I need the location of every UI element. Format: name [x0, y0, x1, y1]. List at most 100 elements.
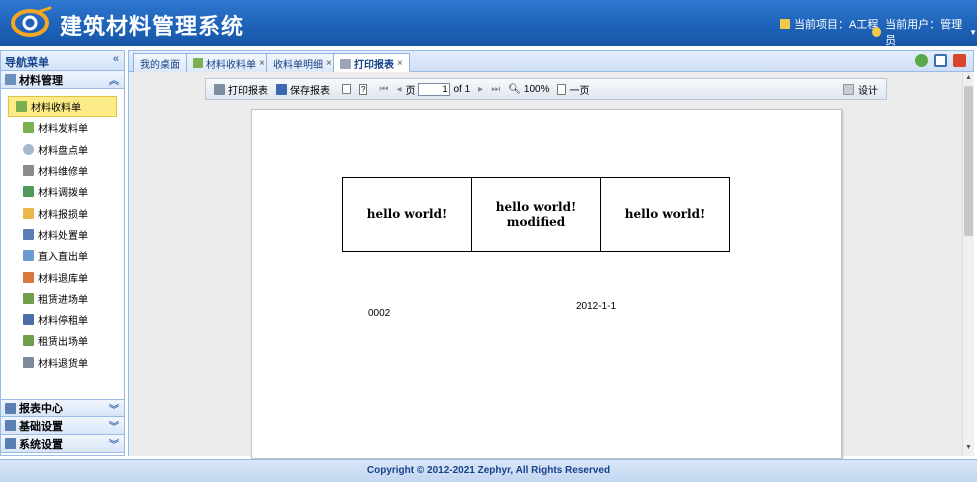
- refresh-icon[interactable]: [915, 54, 928, 67]
- sidebar-header: 导航菜单 «: [1, 51, 124, 71]
- tools-icon: [23, 165, 34, 177]
- vertical-scrollbar[interactable]: ▲ ▼: [962, 72, 974, 456]
- sidebar-item-material-loss[interactable]: 材料报损单: [8, 202, 117, 223]
- page-label: 页: [405, 85, 416, 97]
- report-icon: [5, 402, 16, 414]
- sidebar-item-material-stop-lease[interactable]: 材料停租单: [8, 309, 117, 330]
- magnifier-icon: [23, 143, 34, 155]
- report-table: hello world! hello world! modified hello…: [342, 177, 730, 252]
- footer: Copyright © 2012-2021 Zephyr, All Rights…: [0, 459, 977, 482]
- group-basic-settings[interactable]: 基础设置 ︾: [1, 417, 124, 435]
- sidebar-item-direct-in-out[interactable]: 直入直出单: [8, 245, 117, 266]
- sidebar-item-lease-entry[interactable]: 租赁进场单: [8, 288, 117, 309]
- group-icon: [5, 74, 16, 85]
- group-material-label: 材料管理: [19, 74, 63, 87]
- print-report-button[interactable]: 打印报表: [214, 82, 268, 97]
- chevron-down-icon[interactable]: ︾: [109, 436, 119, 451]
- last-page-button[interactable]: ⏭: [491, 84, 500, 95]
- tab-material-receipt[interactable]: 材料收料单 ×: [186, 53, 272, 72]
- sidebar-item-label: 材料报损单: [38, 209, 88, 221]
- current-project-label: 当前项目：A工程: [794, 19, 879, 31]
- group-system-settings[interactable]: 系统设置 ︾: [1, 435, 124, 453]
- one-page-label: 一页: [569, 85, 590, 97]
- help-button[interactable]: ?: [359, 83, 368, 95]
- last-page-icon: ⏭: [491, 83, 501, 95]
- save-report-button[interactable]: 保存报表: [276, 82, 330, 97]
- sidebar-item-label: 材料退货单: [38, 358, 88, 370]
- sidebar-item-material-return-stock[interactable]: 材料退库单: [8, 266, 117, 287]
- design-label: 设计: [858, 85, 878, 97]
- flag-icon: [780, 19, 790, 29]
- tab-label: 我的桌面: [140, 59, 180, 71]
- sidebar-item-label: 材料停租单: [38, 316, 88, 328]
- first-page-icon: ⏮: [379, 83, 389, 95]
- sidebar-item-label: 材料退库单: [38, 273, 88, 285]
- settings-icon: [5, 420, 16, 431]
- next-page-button[interactable]: ▸: [478, 84, 483, 95]
- report-cell-text: hello world! modified: [495, 199, 577, 229]
- chevron-down-icon[interactable]: ︾: [109, 418, 119, 433]
- report-page: hello world! hello world! modified hello…: [251, 109, 842, 459]
- sidebar-bottom-groups: 报表中心 ︾ 基础设置 ︾ 系统设置 ︾: [1, 399, 124, 453]
- list-icon: [23, 228, 34, 240]
- close-icon[interactable]: ×: [259, 58, 265, 69]
- logo-icon: [11, 6, 52, 37]
- close-icon[interactable]: ×: [397, 58, 403, 69]
- previous-page-icon: ◂: [396, 83, 402, 95]
- document-icon: [23, 250, 34, 262]
- tab-receipt-detail[interactable]: 收料单明细 ×: [266, 53, 339, 72]
- house-icon: [193, 58, 203, 68]
- previous-page-button[interactable]: ◂: [396, 84, 401, 95]
- group-report-center[interactable]: 报表中心 ︾: [1, 399, 124, 417]
- sidebar-item-label: 材料维修单: [38, 167, 88, 179]
- app-header: 建筑材料管理系统 当前项目：A工程 当前用户：管理员 ▼: [0, 0, 977, 48]
- scroll-up-icon[interactable]: ▲: [965, 74, 972, 81]
- tab-bar: 我的桌面 材料收料单 × 收料单明细 × 打印报表 ×: [128, 50, 974, 73]
- navigation-sidebar: 导航菜单 « 材料管理 ︽ 材料收料单 材料发料单 材料盘点单 材料维修单 材料…: [0, 50, 125, 456]
- first-page-button[interactable]: ⏮: [379, 84, 388, 95]
- tab-print-report[interactable]: 打印报表 ×: [333, 53, 410, 73]
- tab-my-desktop[interactable]: 我的桌面: [133, 53, 187, 72]
- pause-icon: [23, 314, 34, 326]
- tab-label: 收料单明细: [273, 59, 323, 71]
- sidebar-item-label: 租赁进场单: [38, 294, 88, 306]
- sidebar-item-material-inventory[interactable]: 材料盘点单: [8, 139, 117, 160]
- material-menu-list: 材料收料单 材料发料单 材料盘点单 材料维修单 材料调拨单 材料报损单 材料处置…: [1, 89, 124, 415]
- scroll-thumb[interactable]: [964, 86, 973, 236]
- maximize-icon[interactable]: [934, 54, 947, 67]
- report-cell-text: hello world!: [366, 207, 448, 221]
- sidebar-item-material-repair[interactable]: 材料维修单: [8, 160, 117, 181]
- sidebar-item-material-return-goods[interactable]: 材料退货单: [8, 352, 117, 373]
- scroll-down-icon[interactable]: ▼: [965, 444, 972, 451]
- sidebar-item-material-disposal[interactable]: 材料处置单: [8, 224, 117, 245]
- single-page-icon: [557, 83, 567, 95]
- sidebar-item-material-issue[interactable]: 材料发料单: [8, 117, 117, 138]
- current-user-label: 当前用户：管理员: [885, 19, 963, 47]
- report-cell: hello world!: [342, 177, 472, 252]
- current-user[interactable]: 当前用户：管理员 ▼: [872, 16, 977, 48]
- close-icon[interactable]: ×: [326, 58, 332, 69]
- collapse-sidebar-icon[interactable]: «: [113, 53, 119, 65]
- page-number-input[interactable]: 1: [418, 82, 451, 96]
- close-window-icon[interactable]: [953, 54, 966, 67]
- group-material-management[interactable]: 材料管理 ︽: [1, 71, 124, 89]
- sidebar-item-label: 材料处置单: [38, 230, 88, 242]
- sidebar-item-material-receipt[interactable]: 材料收料单: [8, 96, 117, 118]
- copyright-text: Copyright © 2012-2021 Zephyr, All Rights…: [366, 465, 611, 476]
- sidebar-title: 导航菜单: [5, 57, 49, 69]
- zoom-level: 100%: [523, 83, 550, 95]
- one-page-button[interactable]: 一页: [557, 82, 589, 97]
- report-cell: hello world!: [600, 177, 730, 252]
- zoom-button[interactable]: 🔍︎ 100%: [508, 84, 549, 95]
- chevron-up-icon[interactable]: ︽: [109, 72, 119, 87]
- chevron-down-icon[interactable]: ︾: [109, 401, 119, 416]
- sidebar-item-lease-exit[interactable]: 租赁出场单: [8, 330, 117, 351]
- page-setup-button[interactable]: [342, 84, 351, 94]
- design-button[interactable]: 设计: [843, 82, 878, 97]
- return-icon: [23, 271, 34, 283]
- printer-icon: [214, 83, 225, 95]
- report-code: 0002: [368, 308, 391, 319]
- current-project[interactable]: 当前项目：A工程: [780, 16, 878, 32]
- sidebar-item-material-transfer[interactable]: 材料调拨单: [8, 181, 117, 202]
- truck-icon: [23, 356, 34, 368]
